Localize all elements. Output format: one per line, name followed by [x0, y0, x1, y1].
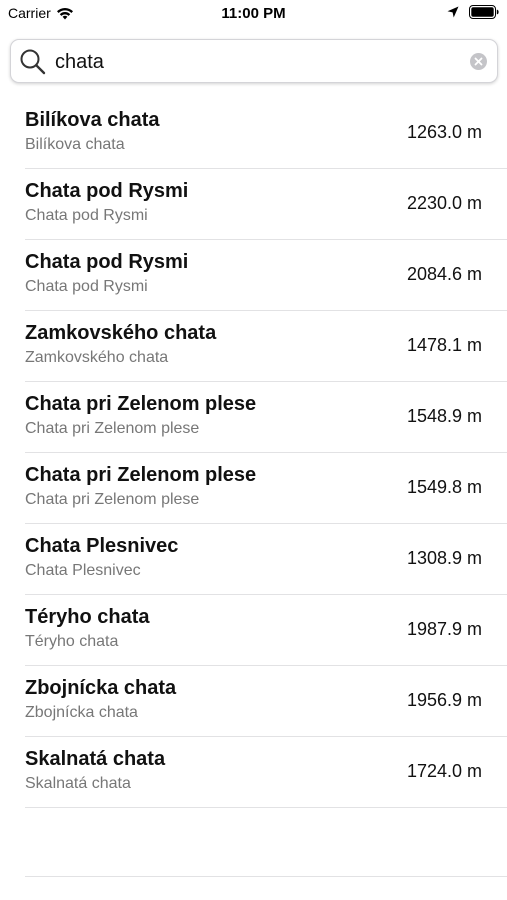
- item-elevation: 2230.0 m: [406, 193, 482, 213]
- item-elevation: 2084.6 m: [406, 264, 482, 284]
- item-elevation: 1308.9 m: [406, 548, 482, 568]
- list-item[interactable]: Zamkovského chata Zamkovského chata 1478…: [0, 311, 507, 382]
- divider: [25, 876, 507, 877]
- status-time: 11:00 PM: [221, 5, 286, 22]
- item-title: Chata pod Rysmi: [25, 180, 189, 202]
- item-title: Skalnatá chata: [25, 748, 166, 770]
- list-item[interactable]: Chata pri Zelenom plese Chata pri Zeleno…: [0, 382, 507, 453]
- list-item[interactable]: Chata Plesnivec Chata Plesnivec 1308.9 m: [0, 524, 507, 595]
- search-bar[interactable]: [10, 39, 498, 83]
- item-elevation: 1549.8 m: [406, 477, 482, 497]
- item-subtitle: Skalnatá chata: [25, 775, 131, 792]
- item-elevation: 1956.9 m: [406, 690, 482, 710]
- item-subtitle: Zbojnícka chata: [25, 704, 138, 721]
- status-right: [447, 5, 499, 19]
- location-arrow-icon: [447, 6, 459, 18]
- list-item[interactable]: Téryho chata Téryho chata 1987.9 m: [0, 595, 507, 666]
- item-title: Téryho chata: [25, 606, 150, 628]
- list-item[interactable]: Bilíkova chata Bilíkova chata 1263.0 m: [0, 98, 507, 169]
- item-title: Chata Plesnivec: [25, 535, 179, 557]
- item-title: Zbojnícka chata: [25, 677, 177, 699]
- item-subtitle: Zamkovského chata: [25, 349, 169, 366]
- item-subtitle: Chata pod Rysmi: [25, 207, 148, 224]
- item-subtitle: Chata Plesnivec: [25, 562, 141, 579]
- list-item[interactable]: Chata pod Rysmi Chata pod Rysmi 2084.6 m: [0, 240, 507, 311]
- item-subtitle: Chata pri Zelenom plese: [25, 491, 200, 508]
- item-title: Bilíkova chata: [25, 109, 160, 131]
- item-title: Chata pod Rysmi: [25, 251, 189, 273]
- item-elevation: 1724.0 m: [406, 761, 482, 781]
- search-input[interactable]: [55, 47, 460, 77]
- battery-icon: [469, 5, 499, 19]
- list-item[interactable]: Chata pri Zelenom plese Chata pri Zeleno…: [0, 453, 507, 524]
- item-subtitle: Téryho chata: [25, 633, 119, 650]
- list-item[interactable]: Chata pod Rysmi Chata pod Rysmi 2230.0 m: [0, 169, 507, 240]
- search-icon: [20, 49, 46, 75]
- item-subtitle: Bilíkova chata: [25, 136, 125, 153]
- results-list: Bilíkova chata Bilíkova chata 1263.0 m C…: [0, 98, 507, 808]
- list-item[interactable]: Zbojnícka chata Zbojnícka chata 1956.9 m: [0, 666, 507, 737]
- item-elevation: 1263.0 m: [406, 122, 482, 142]
- item-title: Zamkovského chata: [25, 322, 217, 344]
- list-item[interactable]: Skalnatá chata Skalnatá chata 1724.0 m: [0, 737, 507, 808]
- item-elevation: 1478.1 m: [406, 335, 482, 355]
- item-elevation: 1548.9 m: [406, 406, 482, 426]
- item-title: Chata pri Zelenom plese: [25, 464, 257, 486]
- clear-icon[interactable]: [470, 53, 487, 70]
- item-title: Chata pri Zelenom plese: [25, 393, 257, 415]
- item-subtitle: Chata pod Rysmi: [25, 278, 148, 295]
- item-subtitle: Chata pri Zelenom plese: [25, 420, 200, 437]
- item-elevation: 1987.9 m: [406, 619, 482, 639]
- status-bar: Carrier 11:00 PM: [0, 0, 507, 28]
